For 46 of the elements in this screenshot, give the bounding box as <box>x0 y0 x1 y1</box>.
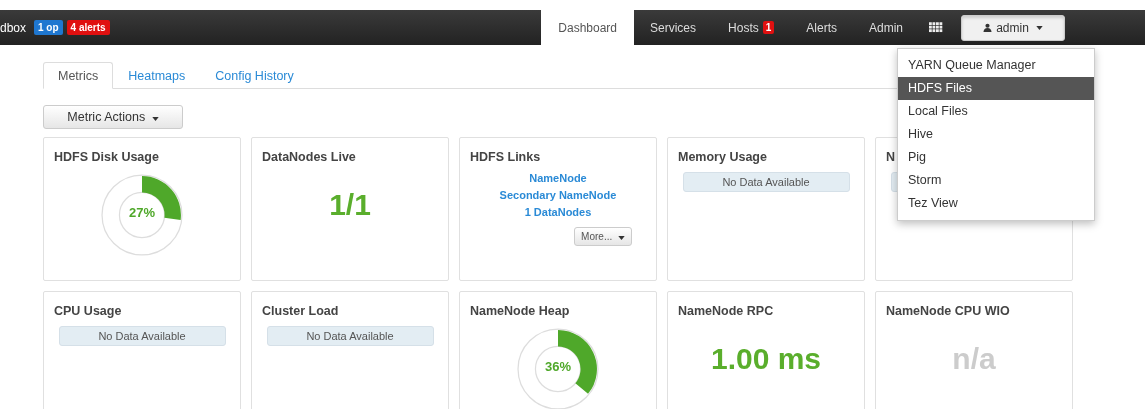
tab[interactable]: Heatmaps <box>113 62 201 89</box>
user-icon <box>983 23 993 32</box>
link[interactable]: 1 DataNodes <box>524 206 592 218</box>
more-button[interactable]: More... <box>574 227 632 246</box>
menu-item[interactable]: Tez View <box>898 192 1094 215</box>
widget-title: Memory Usage <box>678 150 767 164</box>
menu-item[interactable]: Hive <box>898 123 1094 146</box>
no-data-notice: No Data Available <box>266 326 434 346</box>
widget-title: Cluster Load <box>262 304 339 318</box>
link[interactable]: NameNode <box>529 172 587 184</box>
link[interactable]: Secondary NameNode <box>499 189 617 201</box>
user-menu-button[interactable]: admin <box>961 14 1065 41</box>
no-data-notice: No Data Available <box>58 326 226 346</box>
nav-tab[interactable]: Dashboard <box>541 10 635 45</box>
menu-item[interactable]: Local Files <box>898 100 1094 123</box>
brand-name: dbox <box>0 20 27 35</box>
metric-value: 1/1 <box>329 188 371 222</box>
nav-tab[interactable]: Alerts <box>790 10 853 45</box>
menu-item[interactable]: HDFS Files <box>898 77 1094 100</box>
caret-icon <box>1035 25 1043 30</box>
caret-icon <box>151 117 159 121</box>
widget-title: CPU Usage <box>54 304 122 318</box>
metric-actions-button[interactable]: Metric Actions <box>43 105 183 129</box>
percent-value: 27% <box>128 205 156 220</box>
widget-title: DataNodes Live <box>262 150 356 164</box>
no-data-notice: No Data Available <box>682 172 850 192</box>
nav-tab[interactable]: Hosts 1 <box>712 10 791 45</box>
nav-tab[interactable]: Admin <box>853 10 919 45</box>
caret-icon <box>618 236 625 240</box>
widget-title: N <box>886 150 896 164</box>
menu-item[interactable]: Pig <box>898 146 1094 169</box>
tab[interactable]: Config History <box>200 62 309 89</box>
nav-tab[interactable]: Services <box>634 10 713 45</box>
alerts-badge[interactable]: 4 alerts <box>66 20 110 35</box>
widget-title: NameNode CPU WIO <box>886 304 1010 318</box>
tab[interactable]: Metrics <box>43 62 114 89</box>
percent-value: 36% <box>544 359 572 374</box>
menu-item[interactable]: Storm <box>898 169 1094 192</box>
widget-title: HDFS Links <box>470 150 541 164</box>
menu-item[interactable]: YARN Queue Manager <box>898 54 1094 77</box>
metric-value: 1.00 ms <box>710 342 822 376</box>
operations-badge[interactable]: 1 op <box>34 20 63 35</box>
widget-title: HDFS Disk Usage <box>54 150 159 164</box>
widget-title: NameNode RPC <box>678 304 774 318</box>
widget-title: NameNode Heap <box>470 304 570 318</box>
app-grid-icon[interactable] <box>929 22 943 33</box>
